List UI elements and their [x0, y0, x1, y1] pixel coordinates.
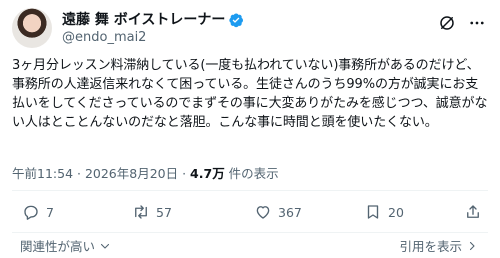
divider: [12, 232, 488, 233]
retweet-button[interactable]: 57: [132, 203, 172, 221]
reply-icon: [24, 205, 38, 220]
author-handle[interactable]: @endo_mai2: [62, 30, 146, 46]
post-timestamp[interactable]: 午前11:54 · 2026年8月20日 ·: [12, 166, 190, 181]
verified-badge-icon: [229, 13, 244, 28]
author-name[interactable]: 遠藤 舞 ボイストレーナー: [62, 11, 225, 29]
post-text: 3ヶ月分レッスン料滞納している(一度も払われていない)事務所があるのだけど、事務…: [12, 58, 488, 130]
reply-count: 7: [46, 204, 54, 220]
chevron-down-icon: [100, 243, 110, 249]
grok-icon[interactable]: [438, 14, 456, 32]
share-button[interactable]: [464, 203, 482, 221]
action-bar: 7 57 367 20: [12, 203, 488, 223]
reply-sort-dropdown[interactable]: 関連性が高い: [20, 236, 111, 255]
post-header: 遠藤 舞 ボイストレーナー @endo_mai2: [12, 8, 488, 48]
bookmark-button[interactable]: 20: [364, 203, 404, 221]
like-button[interactable]: 367: [254, 203, 302, 221]
bookmark-icon: [367, 205, 379, 219]
post-meta: 午前11:54 · 2026年8月20日 · 4.7万 件の表示: [12, 166, 279, 182]
view-quotes-label: 引用を表示: [399, 239, 462, 254]
view-quotes-link[interactable]: 引用を表示: [399, 236, 478, 255]
like-count: 367: [278, 204, 302, 220]
bookmark-count: 20: [388, 204, 404, 220]
retweet-icon: [135, 205, 147, 219]
reply-sort-label: 関連性が高い: [20, 239, 96, 254]
views-count: 4.7万: [190, 166, 225, 181]
share-icon: [467, 205, 479, 218]
avatar[interactable]: [12, 8, 52, 48]
author-name-row: 遠藤 舞 ボイストレーナー: [62, 11, 244, 29]
chevron-right-icon: [469, 241, 475, 250]
heart-icon: [256, 206, 270, 219]
divider: [12, 190, 488, 191]
more-options-icon[interactable]: [468, 14, 486, 32]
views-label: 件の表示: [224, 166, 279, 181]
retweet-count: 57: [156, 204, 172, 220]
reply-button[interactable]: 7: [22, 203, 54, 221]
